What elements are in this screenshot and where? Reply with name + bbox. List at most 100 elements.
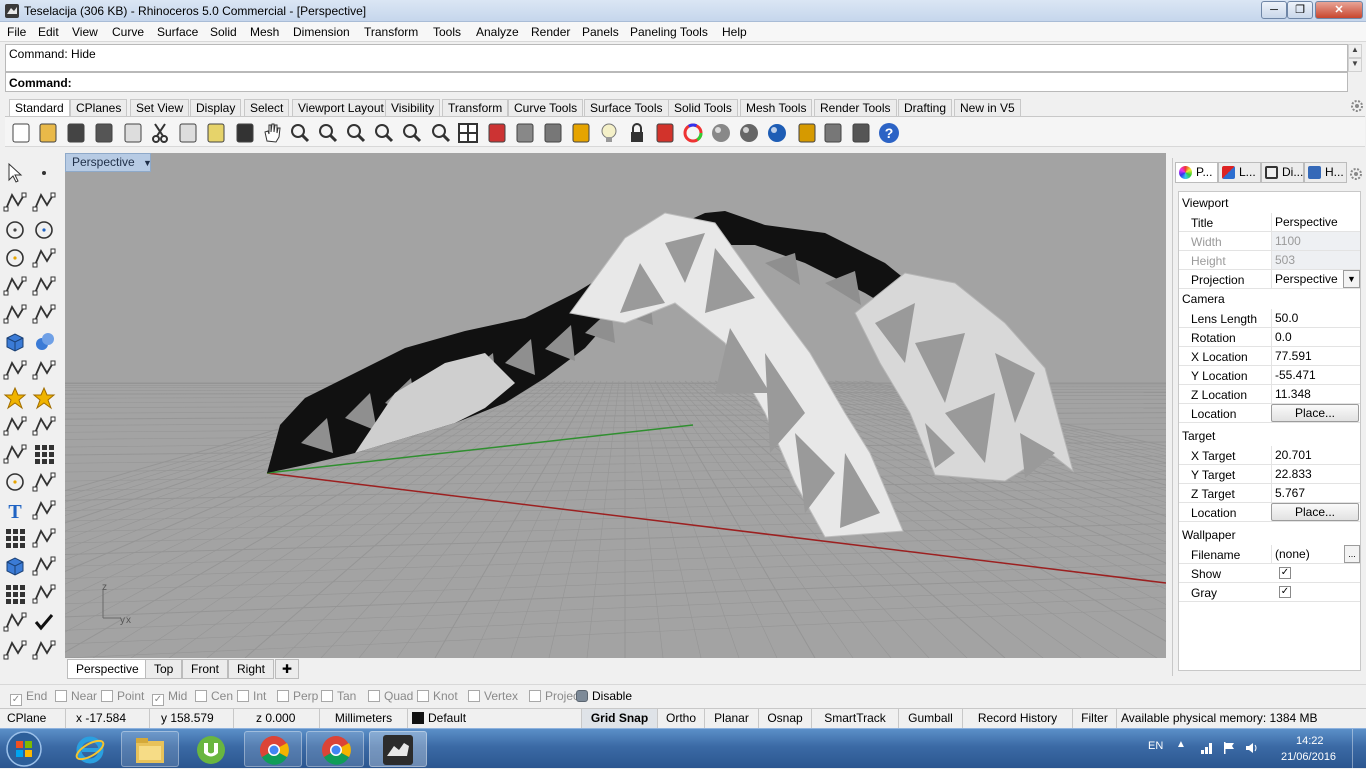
tab-new-in-v5[interactable]: New in V5 xyxy=(954,99,1021,116)
help-icon[interactable]: ? xyxy=(877,121,901,145)
circle-icon[interactable] xyxy=(2,217,28,243)
curve-icon[interactable] xyxy=(31,189,57,215)
box-icon[interactable] xyxy=(2,329,28,355)
filter-toggle[interactable]: Filter xyxy=(1073,709,1117,729)
osnap-checkbox[interactable] xyxy=(55,690,67,702)
menu-curve[interactable]: Curve xyxy=(112,25,144,39)
viewport-menu-arrow-icon[interactable]: ▼ xyxy=(143,158,152,168)
copy-icon[interactable] xyxy=(176,121,200,145)
tab-visibility[interactable]: Visibility xyxy=(385,99,440,116)
osnap-checkbox[interactable] xyxy=(277,690,289,702)
osnap-project[interactable]: Project xyxy=(529,689,582,703)
group-icon[interactable] xyxy=(31,441,57,467)
smarttrack-toggle[interactable]: SmartTrack xyxy=(812,709,899,729)
tab-cplanes[interactable]: CPlanes xyxy=(70,99,127,116)
osnap-quad[interactable]: Quad xyxy=(368,689,413,703)
browse-button[interactable]: ... xyxy=(1344,545,1360,563)
osnap-checkbox[interactable]: ✓ xyxy=(152,694,164,706)
vtab-right[interactable]: Right xyxy=(228,659,274,679)
tab-mesh-tools[interactable]: Mesh Tools xyxy=(740,99,812,116)
polyline-icon[interactable] xyxy=(2,189,28,215)
cplane-icon[interactable] xyxy=(541,121,565,145)
taskbar-chrome-2[interactable] xyxy=(306,731,364,767)
menu-paneling-tools[interactable]: Paneling Tools xyxy=(630,25,708,39)
dimension-icon[interactable] xyxy=(31,497,57,523)
pan-icon[interactable] xyxy=(260,121,284,145)
tab-standard[interactable]: Standard xyxy=(9,99,70,116)
osnap-int[interactable]: Int xyxy=(237,689,266,703)
four-viewports-icon[interactable] xyxy=(456,121,480,145)
layer-indicator[interactable]: Default xyxy=(408,709,582,729)
cylinder-icon[interactable] xyxy=(2,357,28,383)
paneling-icon[interactable] xyxy=(795,121,819,145)
z-target-input[interactable]: 5.767 xyxy=(1271,484,1360,502)
osnap-checkbox[interactable] xyxy=(237,690,249,702)
menu-panels[interactable]: Panels xyxy=(582,25,619,39)
lock-icon[interactable] xyxy=(625,121,649,145)
osnap-cen[interactable]: Cen xyxy=(195,689,233,703)
panel-gear-icon[interactable] xyxy=(1349,167,1363,181)
tab-curve-tools[interactable]: Curve Tools xyxy=(508,99,583,116)
new-icon[interactable] xyxy=(9,121,33,145)
clock-date[interactable]: 21/06/2016 xyxy=(1281,751,1336,763)
z-location-input[interactable]: 11.348 xyxy=(1271,385,1360,403)
chevron-down-icon[interactable]: ▼ xyxy=(1343,270,1360,288)
taskbar-explorer[interactable] xyxy=(121,731,179,767)
ghosted-icon[interactable] xyxy=(737,121,761,145)
cut-icon[interactable] xyxy=(148,121,172,145)
import-icon[interactable] xyxy=(121,121,145,145)
flag-icon[interactable] xyxy=(1222,741,1236,755)
network-icon[interactable] xyxy=(1200,741,1214,755)
menu-tools[interactable]: Tools xyxy=(433,25,461,39)
settings-icon[interactable] xyxy=(821,121,845,145)
align-icon[interactable] xyxy=(31,525,57,551)
open-icon[interactable] xyxy=(36,121,60,145)
lens-length-input[interactable]: 50.0 xyxy=(1271,309,1360,327)
menu-mesh[interactable]: Mesh xyxy=(250,25,279,39)
sphere-icon[interactable] xyxy=(31,329,57,355)
osnap-near[interactable]: Near xyxy=(55,689,97,703)
polygon-icon[interactable] xyxy=(2,273,28,299)
command-scroll-up[interactable]: ▲ xyxy=(1348,44,1362,58)
taskbar-rhinoceros[interactable] xyxy=(369,731,427,767)
menu-analyze[interactable]: Analyze xyxy=(476,25,519,39)
osnap-checkbox[interactable] xyxy=(529,690,541,702)
show-desktop-button[interactable] xyxy=(1352,729,1366,769)
record-history-toggle[interactable]: Record History xyxy=(963,709,1073,729)
menu-edit[interactable]: Edit xyxy=(38,25,59,39)
osnap-checkbox[interactable] xyxy=(417,690,429,702)
osnap-vertex[interactable]: Vertex xyxy=(468,689,518,703)
panel-tab-help[interactable]: H... xyxy=(1304,162,1347,183)
point-icon[interactable] xyxy=(31,160,57,186)
rotate-view-icon[interactable] xyxy=(288,121,312,145)
ortho-toggle[interactable]: Ortho xyxy=(658,709,705,729)
tab-solid-tools[interactable]: Solid Tools xyxy=(668,99,738,116)
command-line[interactable]: Command: xyxy=(5,72,1348,92)
polar-array-icon[interactable] xyxy=(2,581,28,607)
freeform-curve-icon[interactable] xyxy=(31,273,57,299)
menu-solid[interactable]: Solid xyxy=(210,25,237,39)
start-button[interactable] xyxy=(4,730,44,768)
osnap-tan[interactable]: Tan xyxy=(321,689,356,703)
osnap-checkbox[interactable] xyxy=(468,690,480,702)
menu-help[interactable]: Help xyxy=(722,25,747,39)
render-preview-icon[interactable] xyxy=(709,121,733,145)
layer-icon[interactable] xyxy=(653,121,677,145)
y-location-input[interactable]: -55.471 xyxy=(1271,366,1360,384)
osnap-toggle[interactable]: Osnap xyxy=(759,709,812,729)
tab-select[interactable]: Select xyxy=(244,99,289,116)
osnap-checkbox[interactable] xyxy=(195,690,207,702)
model-scene[interactable]: zyx xyxy=(65,153,1166,658)
osnap-checkbox[interactable] xyxy=(101,690,113,702)
menu-surface[interactable]: Surface xyxy=(157,25,198,39)
split-icon[interactable] xyxy=(31,413,57,439)
check-icon[interactable] xyxy=(31,609,57,635)
osnap-mid[interactable]: ✓Mid xyxy=(152,689,187,706)
gumball-toggle[interactable]: Gumball xyxy=(899,709,963,729)
offset-icon[interactable] xyxy=(31,469,57,495)
target-place-button[interactable]: Place... xyxy=(1271,503,1359,521)
osnap-checkbox[interactable] xyxy=(321,690,333,702)
restore-button[interactable]: ❐ xyxy=(1287,1,1313,19)
menu-view[interactable]: View xyxy=(72,25,98,39)
close-button[interactable]: ✕ xyxy=(1315,1,1363,19)
